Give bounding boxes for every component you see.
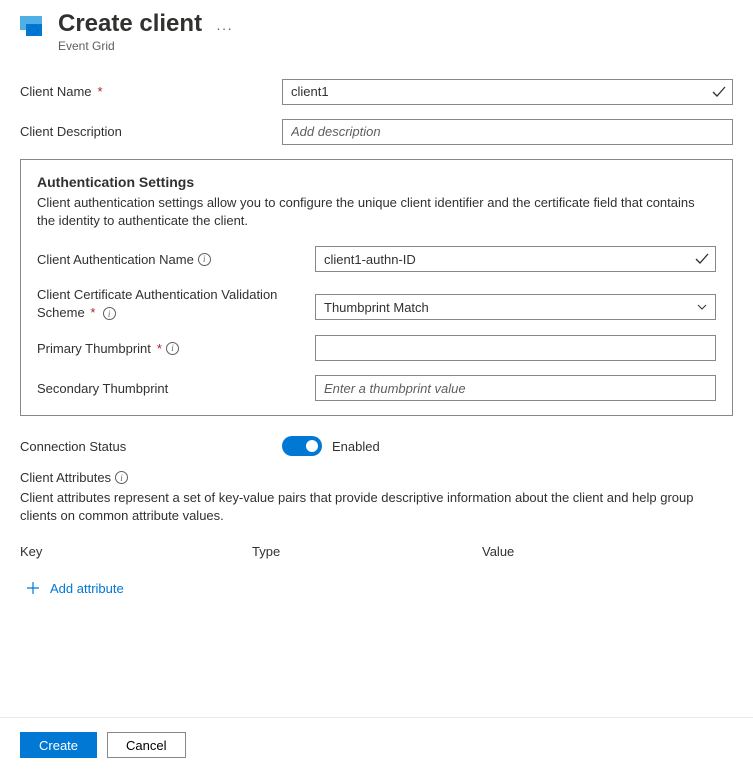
check-icon bbox=[711, 84, 727, 100]
auth-name-row: Client Authentication Name i bbox=[37, 246, 716, 272]
check-icon bbox=[694, 251, 710, 267]
client-description-label: Client Description bbox=[20, 124, 282, 139]
info-icon[interactable]: i bbox=[115, 471, 128, 484]
primary-thumbprint-row: Primary Thumbprint* i bbox=[37, 335, 716, 361]
auth-settings-title: Authentication Settings bbox=[37, 174, 716, 190]
client-attributes-label: Client Attributes i bbox=[20, 470, 733, 485]
client-name-label: Client Name* bbox=[20, 84, 282, 99]
chevron-down-icon bbox=[696, 301, 708, 313]
secondary-thumbprint-row: Secondary Thumbprint bbox=[37, 375, 716, 401]
client-attributes-description: Client attributes represent a set of key… bbox=[20, 489, 733, 525]
client-description-row: Client Description bbox=[20, 119, 733, 145]
primary-thumbprint-label: Primary Thumbprint* i bbox=[37, 341, 315, 356]
client-name-row: Client Name* bbox=[20, 79, 733, 105]
plus-icon bbox=[26, 581, 40, 595]
info-icon[interactable]: i bbox=[166, 342, 179, 355]
primary-thumbprint-input[interactable] bbox=[315, 335, 716, 361]
validation-scheme-label: Client Certificate Authentication Valida… bbox=[37, 286, 315, 321]
column-type: Type bbox=[252, 544, 482, 559]
info-icon[interactable]: i bbox=[103, 307, 116, 320]
column-value: Value bbox=[482, 544, 733, 559]
validation-scheme-row: Client Certificate Authentication Valida… bbox=[37, 286, 716, 321]
attributes-table-header: Key Type Value bbox=[20, 544, 733, 559]
auth-settings-description: Client authentication settings allow you… bbox=[37, 194, 716, 230]
more-actions-icon[interactable]: ··· bbox=[216, 20, 233, 36]
client-name-input[interactable] bbox=[282, 79, 733, 105]
secondary-thumbprint-input[interactable] bbox=[315, 375, 716, 401]
authentication-settings-panel: Authentication Settings Client authentic… bbox=[20, 159, 733, 416]
panel-header: Create client Event Grid ··· bbox=[0, 0, 753, 57]
page-subtitle: Event Grid bbox=[58, 39, 202, 53]
connection-status-value: Enabled bbox=[332, 439, 380, 454]
connection-status-toggle[interactable] bbox=[282, 436, 322, 456]
info-icon[interactable]: i bbox=[198, 253, 211, 266]
connection-status-row: Connection Status Enabled bbox=[20, 436, 733, 456]
page-title: Create client bbox=[58, 10, 202, 39]
footer-actions: Create Cancel bbox=[0, 717, 753, 776]
secondary-thumbprint-label: Secondary Thumbprint bbox=[37, 381, 315, 396]
client-description-input[interactable] bbox=[282, 119, 733, 145]
eventgrid-icon bbox=[20, 14, 46, 40]
validation-scheme-select[interactable]: Thumbprint Match bbox=[315, 294, 716, 320]
column-key: Key bbox=[20, 544, 252, 559]
add-attribute-button[interactable]: Add attribute bbox=[20, 581, 124, 596]
auth-name-input[interactable] bbox=[315, 246, 716, 272]
create-button[interactable]: Create bbox=[20, 732, 97, 758]
connection-status-label: Connection Status bbox=[20, 439, 282, 454]
cancel-button[interactable]: Cancel bbox=[107, 732, 185, 758]
auth-name-label: Client Authentication Name i bbox=[37, 252, 315, 267]
